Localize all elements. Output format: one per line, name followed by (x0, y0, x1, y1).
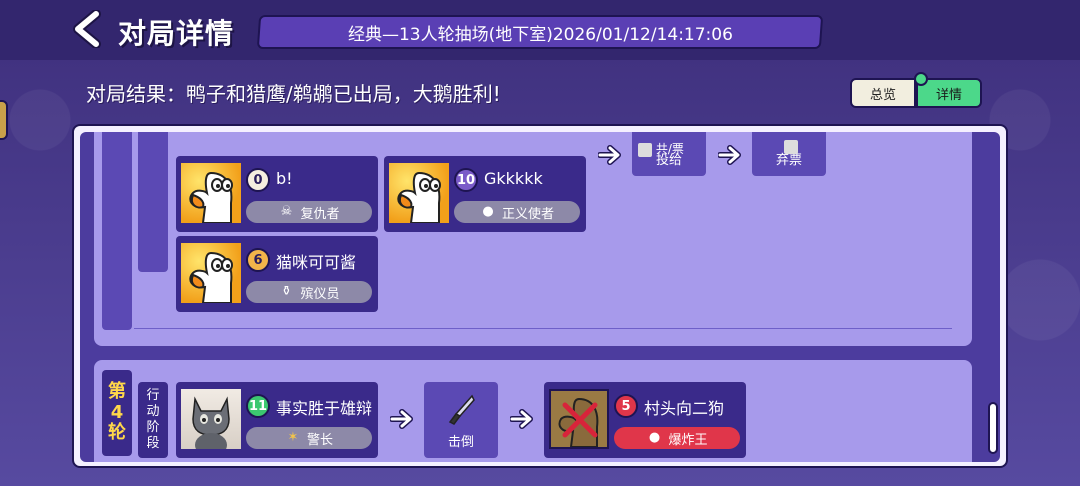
goose-avatar (181, 163, 241, 223)
round-block: 第 4 轮 行 动 阶 段 11 事实胜于雄辩 ✶ 警长 击倒 5 村头向二狗 … (94, 360, 972, 462)
tab-detail[interactable]: 详情 (914, 72, 982, 108)
vigilante-role-icon: ● (482, 204, 494, 219)
phase-label: 行 动 阶 段 (138, 382, 168, 458)
match-result-text: 对局结果：鸭子和猎鹰/鹈鹕已出局，大鹅胜利! (86, 82, 501, 106)
role-name: 正义使者 (501, 206, 554, 222)
knockdown-action: 击倒 (424, 382, 498, 458)
coffin-role-icon: ⚱ (281, 284, 292, 299)
arrow-right-icon (718, 145, 741, 165)
arrow-right-icon (390, 409, 413, 429)
sheriff-badge-icon: ✶ (287, 430, 299, 445)
role-name: 爆炸王 (668, 432, 708, 448)
vote-count-label: 共/票 (655, 142, 684, 156)
player-card[interactable]: 6 猫咪可可酱 ⚱ 殡仪员 (176, 236, 378, 312)
scrollbar-thumb[interactable] (988, 402, 998, 454)
round-label-column (102, 132, 132, 330)
phase-char: 行 (146, 387, 160, 403)
round-char: 第 (108, 380, 126, 402)
player-name: Gkkkkk (484, 169, 543, 188)
role-pill: ● 正义使者 (454, 201, 580, 223)
back-arrow-icon[interactable] (70, 10, 106, 48)
tab-indicator-icon (914, 72, 928, 86)
role-pill: ● 爆炸王 (614, 427, 740, 449)
player-card[interactable]: 0 b! ☠ 复仇者 (176, 156, 378, 232)
phase-char: 段 (146, 436, 160, 452)
round-char: 轮 (108, 422, 126, 444)
vote-box-icon (784, 140, 798, 154)
cat-avatar (181, 389, 241, 449)
match-info-text: 经典—13人轮抽场(地下室)2026/01/12/14:17:06 (347, 24, 733, 45)
page-title: 对局详情 (118, 17, 235, 50)
round-number-label: 第 4 轮 (102, 370, 132, 456)
action-label: 击倒 (447, 435, 474, 450)
round-block: 达 0 b! ☠ 复仇者 (94, 132, 972, 346)
player-name: b! (276, 169, 293, 188)
vote-count-text: 共/票 (638, 140, 684, 157)
player-number-badge: 11 (246, 394, 270, 418)
player-number-badge: 5 (614, 394, 638, 418)
player-card[interactable]: 11 事实胜于雄辩 ✶ 警长 (176, 382, 378, 458)
player-number-badge: 6 (246, 248, 270, 272)
tab-detail-label: 详情 (935, 87, 962, 103)
phase-char: 阶 (146, 420, 160, 435)
role-pill: ☠ 复仇者 (246, 201, 372, 223)
role-name: 警长 (306, 432, 333, 448)
role-name: 殡仪员 (300, 286, 340, 302)
eliminated-goose-avatar (549, 389, 609, 449)
player-card[interactable]: 5 村头向二狗 ● 爆炸王 (544, 382, 746, 458)
player-card[interactable]: 10 Gkkkkk ● 正义使者 (384, 156, 586, 232)
match-info-bar: 经典—13人轮抽场(地下室)2026/01/12/14:17:06 (256, 15, 824, 49)
view-tabs: 总览 详情 (850, 72, 982, 108)
goose-avatar (181, 243, 241, 303)
avenger-role-icon: ☠ (280, 204, 293, 219)
abstain-action: 弃票 (752, 132, 826, 176)
player-name: 事实胜于雄辩 (276, 399, 373, 418)
player-name: 猫咪可可酱 (276, 253, 357, 272)
role-pill: ✶ 警长 (246, 427, 372, 449)
role-name: 复仇者 (300, 206, 340, 222)
detail-scroll-area[interactable]: 达 0 b! ☠ 复仇者 (80, 132, 1000, 462)
detail-panel: 达 0 b! ☠ 复仇者 (72, 124, 1008, 468)
player-number-badge: 10 (454, 168, 478, 192)
section-divider (134, 328, 952, 329)
arrow-right-icon (510, 409, 533, 429)
player-number-badge: 0 (246, 168, 270, 192)
role-pill: ⚱ 殡仪员 (246, 281, 372, 303)
phase-char: 动 (146, 403, 160, 419)
knife-icon (448, 394, 475, 425)
phase-label-column: 达 (138, 132, 168, 272)
vote-for-action: 共/票 投给 (632, 132, 706, 176)
header-bar: 对局详情 经典—13人轮抽场(地下室)2026/01/12/14:17:06 (0, 0, 1080, 60)
vote-box-icon (638, 142, 652, 157)
player-name: 村头向二狗 (644, 399, 725, 418)
bomb-icon: ● (648, 430, 661, 445)
goose-avatar (389, 163, 449, 223)
round-char: 4 (110, 401, 124, 423)
tab-overview[interactable]: 总览 (850, 78, 916, 108)
arrow-right-icon (598, 145, 621, 165)
side-tab-handle[interactable] (0, 100, 8, 140)
